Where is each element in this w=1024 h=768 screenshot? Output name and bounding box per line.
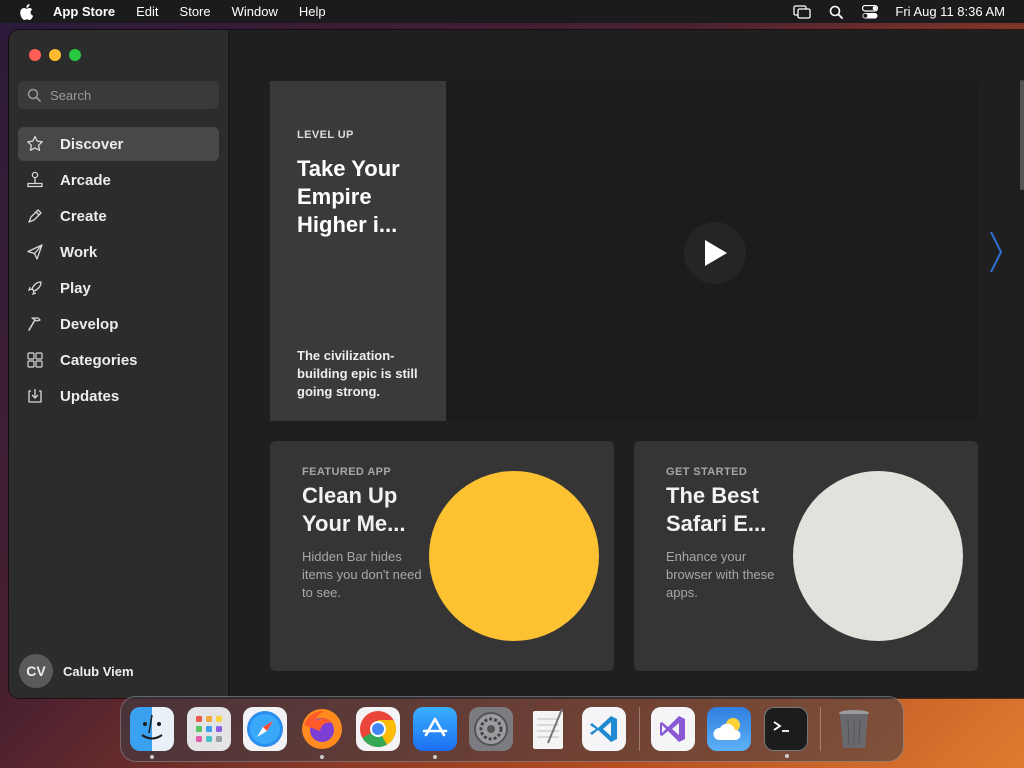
next-slide-button[interactable] [988, 230, 1004, 274]
app-store-icon [422, 717, 447, 737]
dock-finder[interactable] [130, 707, 174, 759]
safari-icon [247, 711, 283, 747]
terminal-icon [773, 721, 789, 732]
weather-icon [713, 718, 741, 740]
sidebar-item-label: Develop [60, 315, 119, 333]
search-icon [27, 88, 41, 102]
textedit-icon [532, 708, 563, 749]
dock [120, 696, 904, 762]
sidebar-item-discover[interactable]: Discover [18, 127, 219, 161]
user-name: Calub Viem [63, 663, 134, 679]
card-description: Enhance your browser with these apps. [666, 549, 775, 600]
account-button[interactable]: CV Calub Viem [19, 654, 134, 688]
card-title: The Best Safari E... [666, 483, 767, 536]
card-eyebrow: FEATURED APP [302, 466, 392, 478]
dock-separator [820, 707, 821, 751]
apple-menu-icon[interactable] [19, 3, 39, 20]
close-button[interactable] [29, 49, 41, 61]
grid-icon [26, 351, 44, 369]
featured-app-card[interactable]: FEATURED APP Clean Up Your Me... Hidden … [270, 441, 614, 671]
discover-content: LEVEL UP Take Your Empire Higher i... Th… [230, 30, 1024, 698]
hammer-icon [26, 315, 44, 333]
menu-help[interactable]: Help [299, 4, 326, 19]
dock-trash[interactable] [832, 707, 876, 751]
sidebar-item-arcade[interactable]: Arcade [18, 163, 219, 197]
finder-icon [141, 714, 163, 740]
joystick-icon [26, 171, 44, 189]
sidebar-item-label: Play [60, 279, 91, 297]
menu-edit[interactable]: Edit [136, 4, 158, 19]
dock-app-store[interactable] [412, 707, 457, 759]
paper-plane-icon [26, 243, 44, 261]
dock-separator [638, 707, 640, 751]
control-center-icon[interactable] [861, 4, 879, 19]
rocket-icon [26, 279, 44, 297]
play-icon [705, 240, 727, 266]
dock-system-settings[interactable] [469, 707, 513, 751]
firefox-icon [301, 709, 342, 749]
hero-title: Take Your Empire Higher i... [297, 156, 400, 237]
search-field[interactable] [18, 81, 219, 109]
sidebar-item-label: Work [60, 243, 98, 261]
dock-chrome[interactable] [356, 707, 400, 751]
dock-visual-studio[interactable] [650, 707, 695, 751]
hero-card[interactable]: LEVEL UP Take Your Empire Higher i... Th… [270, 81, 446, 421]
card-description: Hidden Bar hides items you don't need to… [302, 549, 422, 600]
menu-clock[interactable]: Fri Aug 11 8:36 AM [895, 4, 1005, 19]
menu-store[interactable]: Store [180, 4, 211, 19]
brush-icon [26, 207, 44, 225]
sidebar-item-work[interactable]: Work [18, 235, 219, 269]
star-icon [26, 135, 44, 153]
menu-app-name[interactable]: App Store [53, 4, 115, 19]
dock-weather[interactable] [707, 707, 751, 751]
visual-studio-icon [659, 716, 685, 742]
sidebar-item-create[interactable]: Create [18, 199, 219, 233]
trash-icon [839, 710, 869, 748]
vscode-icon [590, 716, 617, 742]
play-video-button[interactable] [684, 222, 746, 284]
search-input[interactable] [50, 87, 210, 103]
sidebar-item-play[interactable]: Play [18, 271, 219, 305]
app-store-window: Discover Arcade Create Work [9, 30, 1024, 698]
launchpad-icon [195, 716, 222, 742]
window-controls [29, 49, 81, 61]
dock-launchpad[interactable] [186, 707, 231, 751]
sidebar-item-label: Categories [60, 351, 138, 369]
sidebar: Discover Arcade Create Work [9, 30, 229, 698]
scrollbar-thumb[interactable] [1020, 80, 1024, 190]
card-title: Clean Up Your Me... [302, 483, 406, 536]
dock-terminal[interactable] [763, 707, 808, 758]
sidebar-item-label: Discover [60, 135, 124, 153]
menu-window[interactable]: Window [232, 4, 278, 19]
hero-eyebrow: LEVEL UP [297, 129, 354, 141]
dock-textedit[interactable] [526, 707, 570, 751]
dock-firefox[interactable] [300, 707, 344, 759]
chrome-icon [360, 711, 397, 748]
hero-description: The civilization-building epic is still … [297, 348, 418, 399]
minimize-button[interactable] [49, 49, 61, 61]
card-artwork [429, 471, 599, 641]
hero-banner[interactable]: LEVEL UP Take Your Empire Higher i... Th… [270, 81, 978, 421]
menu-bar: App Store Edit Store Window Help Fri Aug… [0, 0, 1024, 23]
card-eyebrow: GET STARTED [666, 466, 748, 478]
sidebar-item-develop[interactable]: Develop [18, 307, 219, 341]
sidebar-item-categories[interactable]: Categories [18, 343, 219, 377]
settings-gear-icon [474, 712, 508, 746]
get-started-card[interactable]: GET STARTED The Best Safari E... Enhance… [634, 441, 978, 671]
sidebar-nav: Discover Arcade Create Work Play Develop… [18, 127, 219, 415]
dock-vscode[interactable] [582, 707, 626, 751]
zoom-button[interactable] [69, 49, 81, 61]
search-icon[interactable] [827, 5, 845, 19]
dock-safari[interactable] [243, 707, 287, 751]
card-artwork [793, 471, 963, 641]
chevron-right-icon [990, 231, 1003, 273]
sidebar-item-label: Create [60, 207, 107, 225]
avatar: CV [19, 654, 53, 688]
sidebar-item-label: Arcade [60, 171, 111, 189]
sidebar-item-updates[interactable]: Updates [18, 379, 219, 413]
screen-mirroring-icon[interactable] [793, 4, 812, 19]
sidebar-item-label: Updates [60, 387, 120, 405]
download-icon [26, 387, 44, 405]
